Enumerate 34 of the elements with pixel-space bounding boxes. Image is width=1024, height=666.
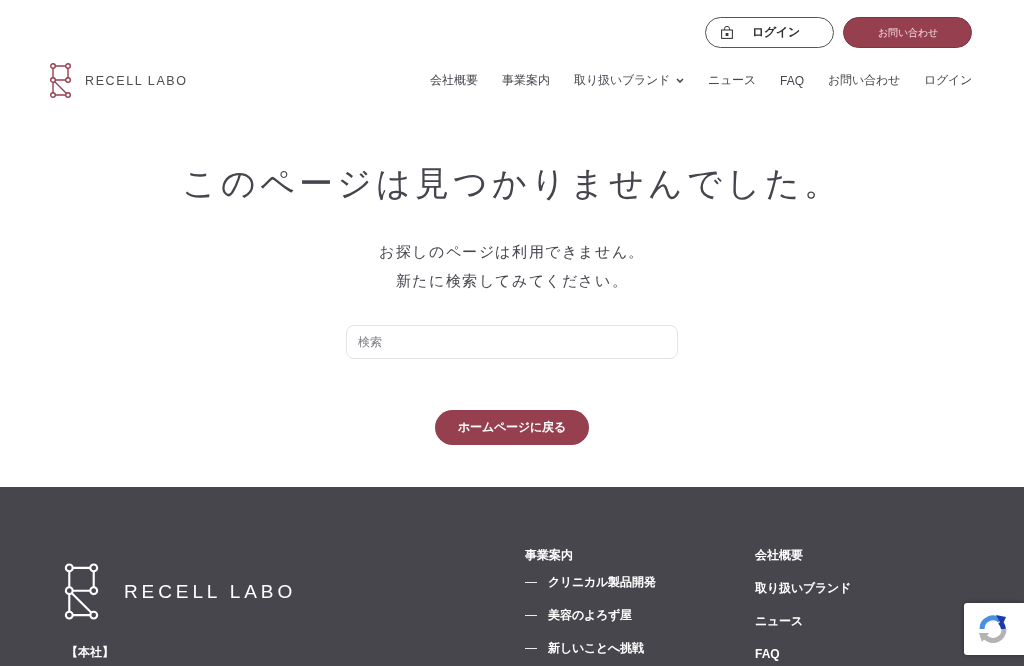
office-label: 【本社】: [66, 644, 114, 661]
logo-icon: [50, 63, 71, 98]
dash-marker: —: [525, 607, 537, 624]
footer-link[interactable]: FAQ: [755, 645, 780, 663]
nav-link[interactable]: 取り扱いブランド: [574, 72, 684, 89]
message-text: お探しのページは利用できません。: [379, 242, 645, 262]
footer-link[interactable]: ニュース: [755, 612, 803, 630]
nav-link[interactable]: 事業案内: [502, 72, 550, 89]
nav-link[interactable]: ニュース: [708, 72, 756, 89]
footer-link[interactable]: 会社概要: [755, 546, 803, 564]
footer-link[interactable]: 事業案内: [525, 546, 573, 564]
search-field[interactable]: 検索: [346, 325, 678, 359]
footer-link[interactable]: 新しいことへ挑戦: [548, 639, 644, 657]
login-button[interactable]: ログイン: [705, 17, 834, 48]
page-title: このページは見つかりませんでした。: [182, 163, 842, 204]
dash-marker: —: [525, 574, 537, 591]
nav-link[interactable]: FAQ: [780, 73, 804, 88]
message-text: 新たに検索してみてください。: [395, 271, 629, 291]
logo-text[interactable]: RECELL LABO: [124, 580, 297, 603]
footer-link[interactable]: クリニカル製品開発: [548, 573, 656, 591]
footer-link[interactable]: 美容のよろず屋: [548, 606, 632, 624]
nav-link[interactable]: 会社概要: [430, 72, 478, 89]
circular-arrows-icon: [977, 613, 1009, 645]
logo-icon: [64, 563, 99, 620]
nav-link[interactable]: ログイン: [924, 72, 972, 89]
footer-link[interactable]: 取り扱いブランド: [755, 579, 851, 597]
chevron-down-icon: [676, 78, 684, 83]
lock-icon: [721, 26, 733, 39]
floating-badge[interactable]: [964, 603, 1024, 655]
logo-text[interactable]: RECELL LABO: [85, 73, 188, 88]
dash-marker: —: [525, 640, 537, 657]
home-button[interactable]: ホームページに戻る: [435, 410, 589, 445]
contact-button[interactable]: お問い合わせ: [843, 17, 972, 48]
nav-link[interactable]: お問い合わせ: [828, 72, 900, 89]
